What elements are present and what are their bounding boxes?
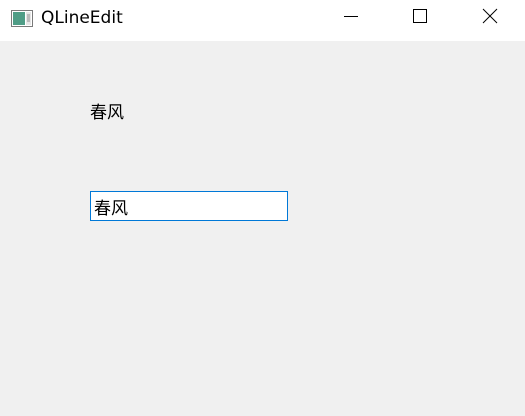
window-content: 春风 — [0, 41, 525, 416]
close-icon — [482, 8, 498, 28]
app-icon — [11, 10, 33, 27]
maximize-button[interactable] — [397, 0, 443, 36]
close-button[interactable] — [467, 0, 513, 36]
minimize-icon — [343, 8, 359, 28]
text-label: 春风 — [90, 103, 124, 123]
minimize-button[interactable] — [328, 0, 374, 36]
window-titlebar[interactable]: QLineEdit — [0, 0, 525, 41]
window-title: QLineEdit — [41, 8, 123, 28]
line-edit-input[interactable] — [90, 191, 288, 221]
maximize-icon — [412, 8, 428, 28]
